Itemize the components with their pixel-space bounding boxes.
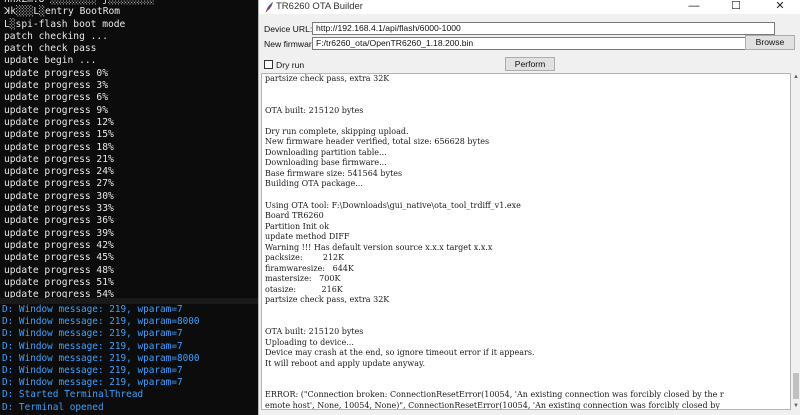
device-url-input[interactable]: http://192.168.4.1/api/flash/6000-1000 (312, 22, 775, 35)
terminal-line: update begin ... (4, 55, 97, 67)
close-button[interactable]: ✕ (760, 0, 800, 14)
terminal-line: L░spi-flash boot mode (4, 18, 126, 30)
log-line: update method DIFF (265, 232, 350, 242)
terminal-line: ꓘk░░░L░entry BootRom (4, 6, 121, 18)
log-line: firamwaresize: 644K (265, 263, 354, 273)
terminal-line: update progress 36% (4, 215, 114, 227)
terminal-line: update progress 12% (4, 116, 114, 128)
log-line: Using OTA tool: F:\Downloads\gui_native\… (265, 200, 521, 210)
ota-builder-window: TR6260 OTA Builder — ☐ ✕ Device URL: htt… (258, 0, 800, 415)
log-line: Dry run complete, skipping upload. (265, 126, 409, 136)
log-line: It will reboot and apply update anyway. (265, 358, 425, 368)
log-scrollbar[interactable]: ▲ ▼ (792, 73, 800, 410)
terminal-line: update progress 27% (4, 178, 114, 190)
terminal-line: update progress 24% (4, 166, 114, 178)
log-line: Board TR6260 (265, 211, 324, 221)
dry-run-label: Dry run (276, 60, 305, 70)
terminal-line: update progress 15% (4, 129, 114, 141)
terminal-line: update progress 45% (4, 252, 114, 264)
scrollbar-thumb[interactable] (793, 373, 799, 399)
terminal-line: update progress 0% (4, 67, 108, 79)
log-line: packsize: 212K (265, 253, 345, 263)
log-line: ERROR: ("Connection broken: ConnectionRe… (265, 390, 724, 400)
debug-line: D: Window message: 219, wparam=8000 (2, 352, 200, 364)
terminal-line: update progress 21% (4, 153, 114, 165)
terminal-line: update progress 48% (4, 264, 114, 276)
terminal-line: patch check pass (4, 43, 97, 55)
log-line: mastersize: 700K (265, 274, 341, 284)
log-line: emote host', None, 10054, None)", Connec… (265, 400, 720, 410)
terminal-line: update progress 39% (4, 227, 114, 239)
log-line: OTA built: 215120 bytes (265, 327, 364, 337)
log-line: Downloading base firmware... (265, 158, 387, 168)
device-url-label: Device URL: (264, 24, 313, 34)
debug-line: D: Window message: 219, wparam=7 (2, 328, 183, 340)
terminal-line: update progress 54% (4, 289, 114, 298)
log-line: Device may crash at the end, so ignore t… (265, 348, 535, 358)
log-line: Base firmware size: 541564 bytes (265, 168, 403, 178)
terminal-line: update progress 3% (4, 80, 108, 92)
log-line: Building OTA package... (265, 179, 363, 189)
maximize-button[interactable]: ☐ (716, 0, 756, 14)
perform-ota-button[interactable]: Perform OTA (505, 57, 555, 81)
window-title: TR6260 OTA Builder (276, 1, 363, 12)
terminal-line: update progress 18% (4, 141, 114, 153)
debug-line: D: Window message: 219, wparam=7 (2, 340, 183, 352)
debug-line: D: Started TerminalThread (2, 389, 144, 401)
terminal-line: update progress 6% (4, 92, 108, 104)
feather-app-icon (265, 2, 273, 13)
terminal-top-output: nnxZm.8ʼ░░░░░░░░ʼj░░░░░░░░ꓘk░░░L░entry B… (0, 0, 258, 298)
terminal-line: update progress 51% (4, 276, 114, 288)
debug-line: D: Window message: 219, wparam=7 (2, 304, 183, 315)
firmware-path-input[interactable]: F:/tr6260_ota/OpenTR6260_1.18.200.bin (312, 37, 775, 50)
terminal-line: update progress 42% (4, 239, 114, 251)
terminal-line: update progress 33% (4, 203, 114, 215)
terminal-line: patch checking ... (4, 30, 108, 42)
minimize-button[interactable]: — (674, 0, 714, 14)
log-line: otasize: 216K (265, 284, 343, 294)
dry-run-checkbox[interactable] (264, 60, 273, 69)
log-line: Warning !!! Has default version source x… (265, 242, 493, 252)
log-line: Partition Init ok (265, 221, 329, 231)
log-line: partsize check pass, extra 32K (265, 74, 390, 83)
terminal-line: update progress 9% (4, 104, 108, 116)
title-bar: TR6260 OTA Builder — ☐ ✕ (259, 0, 800, 14)
log-line: partsize check pass, extra 32K (265, 295, 390, 305)
log-line: Downloading partition table... (265, 147, 387, 157)
browse-button[interactable]: Browse (745, 35, 795, 50)
debug-line: D: Window message: 219, wparam=7 (2, 364, 183, 376)
scroll-down-arrow-icon[interactable]: ▼ (792, 402, 800, 410)
log-line: OTA built: 215120 bytes (265, 105, 364, 115)
log-line: Uploading to device... (265, 337, 354, 347)
log-output: partsize check pass, extra 32K OTA built:… (261, 73, 791, 410)
debug-line: D: Window message: 219, wparam=7 (2, 377, 183, 389)
terminal-line: update progress 30% (4, 190, 114, 202)
debug-line: D: Window message: 219, wparam=8000 (2, 316, 200, 328)
terminal-debug-output: D: Window message: 219, wparam=7 D: Windo… (0, 304, 258, 415)
new-firmware-label: New firmware: (264, 39, 319, 49)
debug-line: D: Terminal opened (2, 401, 104, 413)
log-line: New firmware header verified, total size… (265, 137, 490, 147)
scroll-up-arrow-icon[interactable]: ▲ (792, 73, 800, 81)
